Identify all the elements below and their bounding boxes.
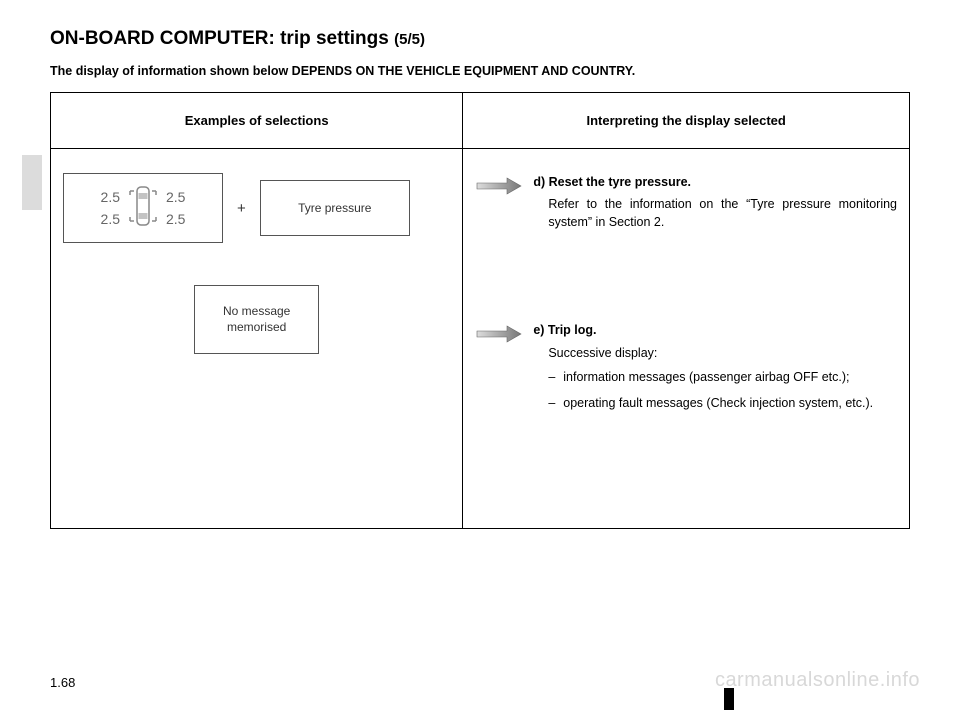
page-content: ON-BOARD COMPUTER: trip settings (5/5) T…: [0, 0, 960, 529]
title-sub: (5/5): [394, 31, 425, 48]
entry-d-text: Refer to the information on the “Tyre pr…: [533, 195, 897, 231]
bullet-1: information messages (passenger airbag O…: [563, 368, 897, 386]
title-main: ON-BOARD COMPUTER: trip settings: [50, 28, 394, 49]
entry-e: e) Trip log. Successive display: –inform…: [475, 321, 897, 420]
no-msg-line2: memorised: [227, 320, 286, 334]
entry-d-body: d) Reset the tyre pressure. Refer to the…: [533, 173, 897, 231]
watermark: carmanualsonline.info: [715, 669, 920, 692]
settings-table: Examples of selections Interpreting the …: [50, 92, 910, 529]
tyre-left-col: 2.5 2.5: [101, 190, 120, 226]
list-item: –operating fault messages (Check injecti…: [548, 394, 897, 412]
examples-cell: 2.5 2.5: [51, 149, 463, 529]
tyre-value-fr: 2.5: [166, 190, 185, 204]
entry-d-head: d) Reset the tyre pressure.: [533, 173, 897, 191]
arrow-icon: [475, 321, 523, 420]
entry-e-head: e) Trip log.: [533, 321, 897, 339]
no-message-box: No message memorised: [194, 285, 319, 354]
plus-sign: +: [233, 200, 250, 217]
dash: –: [548, 394, 555, 412]
arrow-icon: [475, 173, 523, 231]
col-header-left: Examples of selections: [51, 93, 463, 149]
entry-d: d) Reset the tyre pressure. Refer to the…: [475, 173, 897, 231]
tyre-pressure-display: 2.5 2.5: [63, 173, 223, 243]
no-message-row: No message memorised: [63, 285, 450, 354]
tyre-pressure-row: 2.5 2.5: [63, 173, 450, 243]
page-title: ON-BOARD COMPUTER: trip settings (5/5): [50, 28, 910, 50]
tyre-value-fl: 2.5: [101, 190, 120, 204]
page-number: 1.68: [50, 675, 75, 690]
bullet-2: operating fault messages (Check injectio…: [563, 394, 897, 412]
tyre-value-rr: 2.5: [166, 212, 185, 226]
print-mark: [724, 688, 734, 710]
entry-e-bullets: –information messages (passenger airbag …: [533, 368, 897, 412]
col-header-right: Interpreting the display selected: [463, 93, 910, 149]
car-top-icon: [126, 181, 160, 235]
list-item: –information messages (passenger airbag …: [548, 368, 897, 386]
entry-e-body: e) Trip log. Successive display: –inform…: [533, 321, 897, 420]
interpretation-cell: d) Reset the tyre pressure. Refer to the…: [463, 149, 910, 529]
tyre-pressure-label-box: Tyre pressure: [260, 180, 410, 236]
page-subtitle: The display of information shown below D…: [50, 64, 910, 78]
tyre-right-col: 2.5 2.5: [166, 190, 185, 226]
entry-e-sub: Successive display:: [533, 344, 897, 362]
no-msg-line1: No message: [223, 304, 290, 318]
side-tab: [22, 155, 42, 210]
tyre-value-rl: 2.5: [101, 212, 120, 226]
dash: –: [548, 368, 555, 386]
